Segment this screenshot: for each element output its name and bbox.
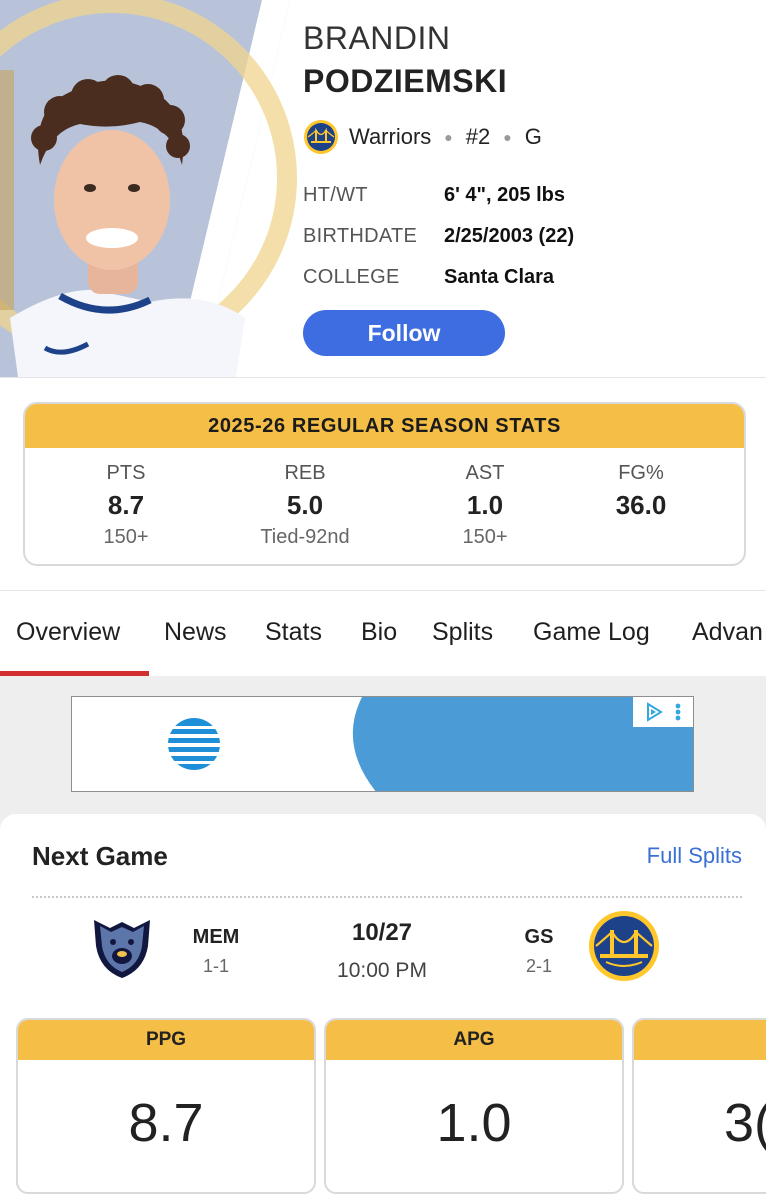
advertisement-banner[interactable]: [71, 696, 694, 792]
stat-rank: 150+: [103, 526, 149, 548]
tab-bio[interactable]: Bio: [361, 618, 397, 647]
tab-stats[interactable]: Stats: [265, 618, 322, 647]
tab-advanced[interactable]: Advan: [692, 618, 763, 647]
follow-button[interactable]: Follow: [303, 310, 505, 356]
player-last-name: PODZIEMSKI: [303, 63, 508, 99]
season-stats-title: 2025-26 REGULAR SEASON STATS: [25, 404, 744, 448]
grizzlies-logo-icon[interactable]: [86, 910, 158, 982]
att-globe-icon: [168, 718, 220, 770]
tab-game-log[interactable]: Game Log: [533, 618, 650, 647]
attribute-row-ht-wt: HT/WT 6' 4", 205 lbs: [303, 175, 753, 216]
three-pt-stat-box[interactable]: 3 3(: [632, 1018, 766, 1194]
player-first-name: BRANDIN: [303, 20, 451, 56]
player-header: BRANDIN PODZIEMSKI Warriors ● #2 ● G HT/…: [0, 0, 766, 377]
more-vertical-icon[interactable]: [673, 701, 683, 723]
stat-ast: AST 1.0 150+: [410, 462, 560, 549]
headshot-image: [0, 0, 300, 377]
separator-dot: ●: [503, 129, 512, 145]
attribute-value: 6' 4", 205 lbs: [444, 184, 565, 206]
player-position: G: [524, 124, 542, 149]
tab-overview[interactable]: Overview: [16, 618, 120, 647]
attribute-row-birthdate: BIRTHDATE 2/25/2003 (22): [303, 216, 753, 257]
game-time: 10:00 PM: [337, 959, 427, 982]
ad-badge[interactable]: [633, 697, 693, 727]
stat-pts: PTS 8.7 150+: [51, 462, 201, 549]
stat-label: PTS: [106, 462, 146, 484]
stat-value: 5.0: [286, 490, 324, 520]
stat-box-value: 3(: [724, 1093, 766, 1153]
tab-splits[interactable]: Splits: [432, 618, 493, 647]
season-stats-section: 2025-26 REGULAR SEASON STATS PTS 8.7 150…: [0, 377, 766, 590]
attribute-row-college: COLLEGE Santa Clara: [303, 257, 753, 298]
player-profile-page: BRANDIN PODZIEMSKI Warriors ● #2 ● G HT/…: [0, 0, 766, 1200]
next-game-card: Next Game Full Splits MEM 1-1 10/27 10:0…: [0, 814, 766, 1200]
stat-fg-pct: FG% 36.0: [566, 462, 716, 526]
stat-label: FG%: [618, 462, 664, 484]
attribute-label: HT/WT: [303, 184, 368, 206]
home-team-record: 2-1: [525, 956, 552, 976]
stat-reb: REB 5.0 Tied-92nd: [230, 462, 380, 549]
attribute-value: Santa Clara: [444, 266, 555, 288]
stat-box-label: APG: [326, 1020, 622, 1060]
warriors-logo-icon[interactable]: [588, 910, 660, 982]
player-headshot: [0, 0, 300, 377]
tab-news[interactable]: News: [164, 618, 227, 647]
separator-dot: ●: [444, 129, 453, 145]
attribute-label: BIRTHDATE: [303, 225, 418, 247]
stat-label: REB: [284, 462, 326, 484]
jersey-number: #2: [465, 124, 491, 149]
stat-rank: 150+: [462, 526, 508, 548]
attribute-label: COLLEGE: [303, 266, 400, 288]
profile-tabs: Overview News Stats Bio Splits Game Log …: [0, 590, 766, 676]
season-stats-card: 2025-26 REGULAR SEASON STATS PTS 8.7 150…: [23, 402, 746, 566]
ad-choices-icon[interactable]: [643, 701, 665, 723]
away-team-record: 1-1: [202, 956, 229, 976]
stat-value: 1.0: [466, 490, 504, 520]
stat-value: 8.7: [107, 490, 145, 520]
warriors-logo-icon[interactable]: [303, 119, 339, 155]
stat-box-value: 8.7: [128, 1093, 204, 1153]
next-game-title: Next Game: [32, 841, 168, 871]
active-tab-indicator: [0, 671, 149, 676]
stat-label: AST: [465, 462, 505, 484]
home-team-abbr[interactable]: GS: [509, 926, 569, 949]
attribute-value: 2/25/2003 (22): [444, 225, 575, 247]
away-team-abbr[interactable]: MEM: [186, 926, 246, 949]
stat-box-label: 3: [634, 1020, 766, 1060]
game-date: 10/27: [351, 919, 413, 946]
team-info-row: Warriors ● #2 ● G: [303, 119, 542, 155]
apg-stat-box[interactable]: APG 1.0: [324, 1018, 624, 1194]
stat-box-value: 1.0: [436, 1093, 512, 1153]
ad-artwork: [352, 697, 693, 791]
divider: [32, 896, 742, 898]
full-splits-link[interactable]: Full Splits: [647, 843, 742, 869]
team-name-link[interactable]: Warriors: [349, 124, 431, 150]
stat-value: 36.0: [615, 490, 667, 520]
stat-rank: Tied-92nd: [260, 526, 350, 548]
ppg-stat-box[interactable]: PPG 8.7: [16, 1018, 316, 1194]
player-attributes: HT/WT 6' 4", 205 lbs BIRTHDATE 2/25/2003…: [303, 175, 753, 298]
stat-box-label: PPG: [18, 1020, 314, 1060]
